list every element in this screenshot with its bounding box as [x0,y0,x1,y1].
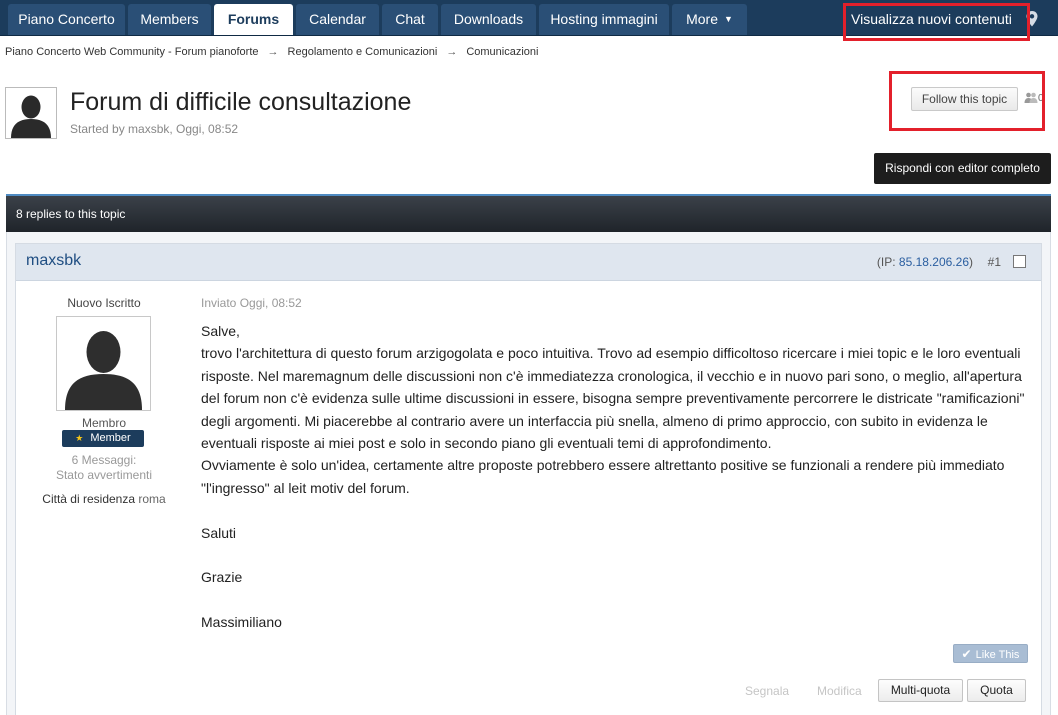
like-label: Like This [975,649,1020,661]
breadcrumb-separator: → [446,46,458,58]
post-paragraph-2: Ovviamente è solo un'idea, certamente al… [201,457,1005,496]
author-message-count: 6 Messaggi: [71,453,137,467]
breadcrumb-item-comunicazioni[interactable]: Comunicazioni [466,46,538,58]
post-grazie: Grazie [201,569,243,586]
tab-calendar[interactable]: Calendar [296,4,379,35]
post-paragraph: trovo l'architettura di questo forum arz… [201,345,1025,452]
post-author-avatar[interactable] [56,316,151,411]
report-link[interactable]: Segnala [745,684,789,698]
topic-starter-avatar[interactable] [5,87,57,139]
post-greeting: Salve, [201,323,240,339]
ip-address-link[interactable]: 85.18.206.26 [899,255,969,269]
followers-count[interactable]: 0 [1024,92,1044,104]
followers-number: 0 [1038,93,1044,104]
ip-suffix: ) [969,255,973,269]
edit-link[interactable]: Modifica [817,684,862,698]
caret-down-icon: ▼ [723,14,733,24]
tab-forums[interactable]: Forums [214,4,293,35]
author-group: Membro [81,416,126,430]
user-silhouette-icon [65,331,142,410]
quote-button[interactable]: Quota [967,679,1026,702]
author-rank-title: Nuovo Iscritto [67,296,141,310]
breadcrumb-item-regolamento[interactable]: Regolamento e Comunicazioni [288,46,438,58]
post-body: Salve, trovo l'architettura di questo fo… [201,320,1026,634]
post-ip: (IP: 85.18.206.26) [877,255,973,269]
ip-prefix: (IP: [876,255,899,269]
member-badge: ★ Member [62,430,144,447]
tab-more[interactable]: More ▼ [672,4,747,35]
post-header: maxsbk (IP: 85.18.206.26) #1 [16,244,1041,281]
check-icon: ✔ [961,647,972,661]
map-pin-icon[interactable] [1024,10,1040,28]
city-label: Città di residenza [42,492,136,506]
people-icon [1024,92,1038,103]
post-signature: Massimiliano [201,614,282,631]
tab-piano-concerto[interactable]: Piano Concerto [8,4,125,35]
follow-topic-button[interactable]: Follow this topic [911,87,1018,111]
post-select-checkbox[interactable] [1013,255,1026,268]
tab-hosting-immagini[interactable]: Hosting immagini [539,4,669,35]
replies-count-bar: 8 replies to this topic [6,194,1051,232]
tab-chat[interactable]: Chat [382,4,438,35]
tab-more-label: More [686,11,718,27]
post-date: Inviato Oggi, 08:52 [201,296,302,310]
top-navigation: Piano Concerto Members Forums Calendar C… [0,0,1058,36]
post: maxsbk (IP: 85.18.206.26) #1 Nuovo Iscri… [15,243,1042,715]
post-number-link[interactable]: #1 [988,255,1001,269]
breadcrumb-separator: → [267,46,279,58]
breadcrumb: Piano Concerto Web Community - Forum pia… [5,46,538,58]
topic-started-by: Started by maxsbk, Oggi, 08:52 [70,122,239,136]
tab-downloads[interactable]: Downloads [441,4,536,35]
author-warning-status[interactable]: Stato avvertimenti [16,468,192,482]
member-badge-label: Member [90,432,131,444]
city-value: roma [138,492,166,506]
author-city: Città di residenza roma [16,492,192,506]
post-author-link[interactable]: maxsbk [26,252,81,270]
user-silhouette-icon [11,95,51,138]
breadcrumb-item-community[interactable]: Piano Concerto Web Community - Forum pia… [5,46,259,58]
like-this-button[interactable]: ✔ Like This [953,644,1028,663]
star-icon: ★ [75,433,84,443]
new-content-link[interactable]: Visualizza nuovi contenuti [851,4,1012,35]
topic-title: Forum di difficile consultazione [70,88,412,116]
tab-members[interactable]: Members [128,4,211,35]
reply-full-editor-button[interactable]: Rispondi con editor completo [874,153,1051,184]
multi-quote-button[interactable]: Multi-quota [878,679,963,702]
post-saluti: Saluti [201,524,237,541]
